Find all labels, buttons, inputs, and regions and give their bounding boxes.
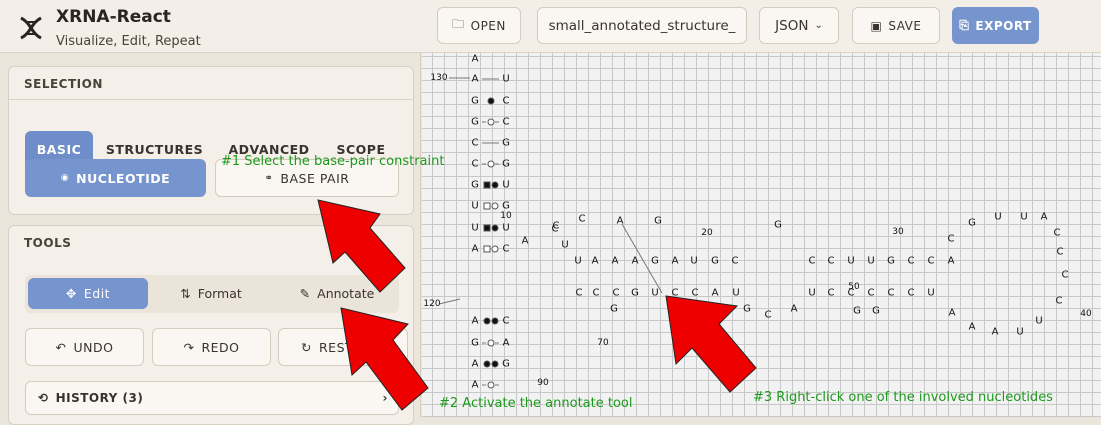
red-arrow-3 (665, 295, 757, 393)
red-arrow-2 (340, 307, 429, 411)
red-arrow-overlay (317, 199, 757, 411)
red-arrow-1 (317, 199, 406, 293)
